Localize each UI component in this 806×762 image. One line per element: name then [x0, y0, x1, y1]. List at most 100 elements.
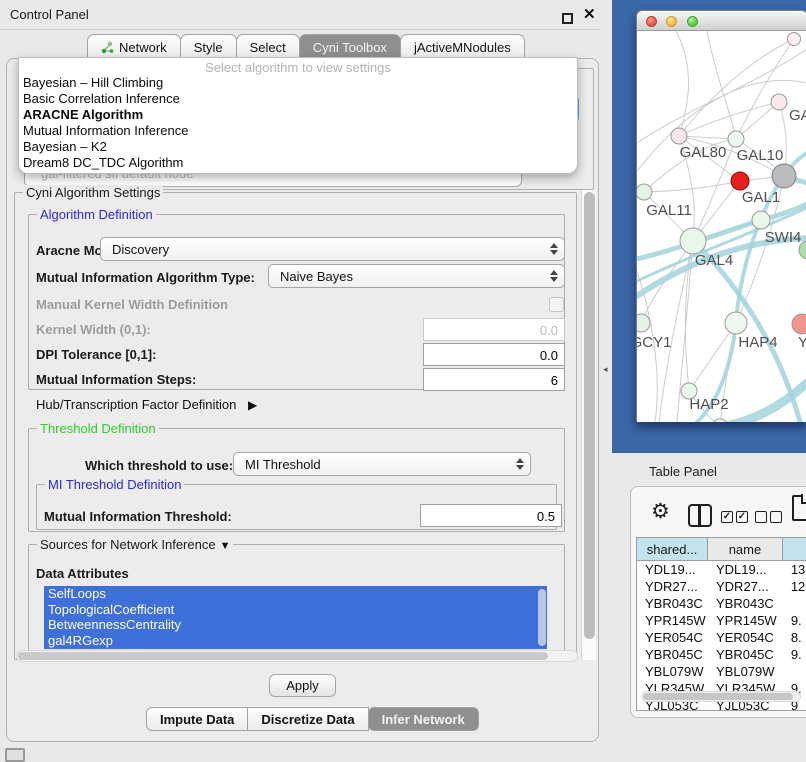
table-cell[interactable]: 9. [783, 646, 806, 663]
table-row[interactable]: YDL19...YDL19...13 [637, 561, 806, 578]
combo-arrows-icon [547, 241, 561, 257]
algorithm-option[interactable]: Dream8 DC_TDC Algorithm [19, 155, 577, 171]
apply-button[interactable]: Apply [269, 674, 336, 697]
table-cell[interactable]: YER054C [708, 629, 783, 646]
network-node-y[interactable] [792, 314, 806, 334]
network-node-gcy1[interactable] [637, 314, 650, 332]
table-cell[interactable] [783, 595, 806, 612]
table-row[interactable]: YBL079WYBL079W [637, 663, 806, 680]
algorithm-option[interactable]: Mutual Information Inference [19, 123, 577, 139]
table-cell[interactable]: 9. [783, 612, 806, 629]
network-node-gal[interactable] [771, 94, 787, 110]
hub-definition-expander[interactable]: Hub/Transcription Factor Definition ▶ [36, 397, 257, 412]
settings-group-title: Cyni Algorithm Settings [23, 185, 163, 200]
tab-label: jActiveMNodules [414, 40, 511, 55]
tab-jactivemnodules[interactable]: jActiveMNodules [400, 34, 525, 59]
tab-style[interactable]: Style [180, 34, 237, 59]
table-cell[interactable]: 12 [783, 578, 806, 595]
table-cell[interactable]: YDL19... [708, 561, 783, 578]
attribute-item[interactable]: BetweennessCentrality [44, 617, 547, 633]
table-cell[interactable]: YER054C [637, 629, 708, 646]
table-cell[interactable]: YBL079W [708, 663, 783, 680]
algorithm-option[interactable]: Bayesian – Hill Climbing [19, 75, 577, 91]
attribute-item[interactable]: TopologicalCoefficient [44, 602, 547, 618]
settings-horizontal-scrollbar[interactable] [16, 650, 578, 662]
network-node-label: GAL80 [680, 144, 727, 161]
network-node-gal10[interactable] [728, 131, 744, 147]
algorithm-option[interactable]: Bayesian – K2 [19, 139, 577, 155]
which-threshold-label: Which threshold to use: [85, 458, 233, 473]
table-cell[interactable] [783, 663, 806, 680]
attribute-item[interactable]: SelfLoops [44, 586, 547, 602]
minimize-traffic-light-icon[interactable] [666, 16, 677, 27]
select-all-icon2[interactable]: ✓ [736, 511, 748, 523]
expanded-arrow-icon[interactable]: ▼ [220, 540, 231, 552]
gear-icon[interactable]: ⚙ [651, 499, 670, 524]
column-header[interactable]: name [708, 538, 783, 560]
tab-select[interactable]: Select [236, 34, 300, 59]
network-window-titlebar[interactable] [637, 11, 806, 31]
settings-vertical-scrollbar[interactable] [581, 190, 596, 660]
which-threshold-select[interactable]: MI Threshold [233, 452, 531, 476]
table-cell[interactable]: YBR045C [637, 646, 708, 663]
dropdown-placeholder: Select algorithm to view settings [19, 60, 577, 75]
deselect-all-icon[interactable] [755, 511, 767, 523]
tab-discretize-data[interactable]: Discretize Data [247, 707, 368, 731]
network-node[interactable] [788, 33, 801, 46]
tab-cyni-toolbox[interactable]: Cyni Toolbox [299, 34, 401, 59]
algorithm-option[interactable]: Basic Correlation Inference [19, 91, 577, 107]
table-cell[interactable]: YDR27... [637, 578, 708, 595]
table-cell[interactable]: YDR27... [708, 578, 783, 595]
mi-algorithm-type-select[interactable]: Naive Bayes [268, 264, 565, 288]
table-cell[interactable]: YDL19... [637, 561, 708, 578]
column-layout-icon[interactable] [688, 504, 712, 527]
network-node-gal11[interactable] [637, 184, 652, 200]
panel-divider-handle[interactable]: ◂ [603, 364, 608, 375]
table-cell[interactable]: YBR043C [637, 595, 708, 612]
close-icon[interactable]: ✕ [583, 5, 596, 23]
table-cell[interactable]: 13 [783, 561, 806, 578]
table-horizontal-scrollbar[interactable] [641, 691, 801, 702]
column-header[interactable]: shared... [637, 538, 708, 560]
network-canvas[interactable]: GALGAL80GAL10GAL1GAL11SWI4GAL4GCY1HAP4YH… [637, 31, 806, 422]
kernel-width-field[interactable]: 0.0 [423, 318, 565, 341]
select-all-icon[interactable]: ✓ [721, 511, 733, 523]
close-traffic-light-icon[interactable] [646, 16, 657, 27]
network-node[interactable] [712, 419, 728, 422]
network-node-swi4[interactable] [752, 211, 770, 229]
network-node[interactable] [772, 164, 796, 188]
float-window-icon[interactable] [562, 13, 573, 24]
attributes-list-scrollbar[interactable] [538, 589, 546, 646]
table-cell[interactable]: YPR145W [708, 612, 783, 629]
mi-steps-field[interactable]: 6 [423, 368, 565, 391]
table-row[interactable]: YPR145WYPR145W9. [637, 612, 806, 629]
table-cell[interactable]: YBL079W [637, 663, 708, 680]
table-cell[interactable]: YBR043C [708, 595, 783, 612]
table-row[interactable]: YBR043CYBR043C [637, 595, 806, 612]
table-row[interactable]: YDR27...YDR27...12 [637, 578, 806, 595]
aracne-mode-select[interactable]: Discovery [100, 237, 565, 261]
network-node-gal80[interactable] [671, 128, 687, 144]
tab-infer-network[interactable]: Infer Network [368, 707, 479, 731]
network-node-gal1[interactable] [731, 172, 749, 190]
minimized-panel-icon[interactable] [5, 748, 25, 762]
table-row[interactable]: YER054CYER054C8. [637, 629, 806, 646]
attribute-item[interactable]: gal4RGexp [44, 633, 547, 649]
manual-kernel-checkbox[interactable] [549, 297, 564, 312]
tab-network[interactable]: Network [87, 34, 181, 59]
table-cell[interactable]: 8. [783, 629, 806, 646]
table-cell[interactable]: YPR145W [637, 612, 708, 629]
network-node-gal4[interactable] [680, 228, 706, 254]
export-table-icon[interactable] [792, 495, 806, 521]
mi-threshold-field[interactable]: 0.5 [420, 504, 562, 527]
table-row[interactable]: YBR045CYBR045C9. [637, 646, 806, 663]
zoom-traffic-light-icon[interactable] [687, 16, 698, 27]
dpi-tolerance-field[interactable]: 0.0 [423, 343, 565, 366]
tab-impute-data[interactable]: Impute Data [146, 707, 248, 731]
table-cell[interactable]: YBR045C [708, 646, 783, 663]
network-node-hap4[interactable] [725, 312, 747, 334]
network-edge [676, 31, 689, 136]
column-header[interactable] [783, 538, 806, 560]
deselect-all-icon2[interactable] [770, 511, 782, 523]
algorithm-option[interactable]: ARACNE Algorithm [19, 107, 577, 123]
